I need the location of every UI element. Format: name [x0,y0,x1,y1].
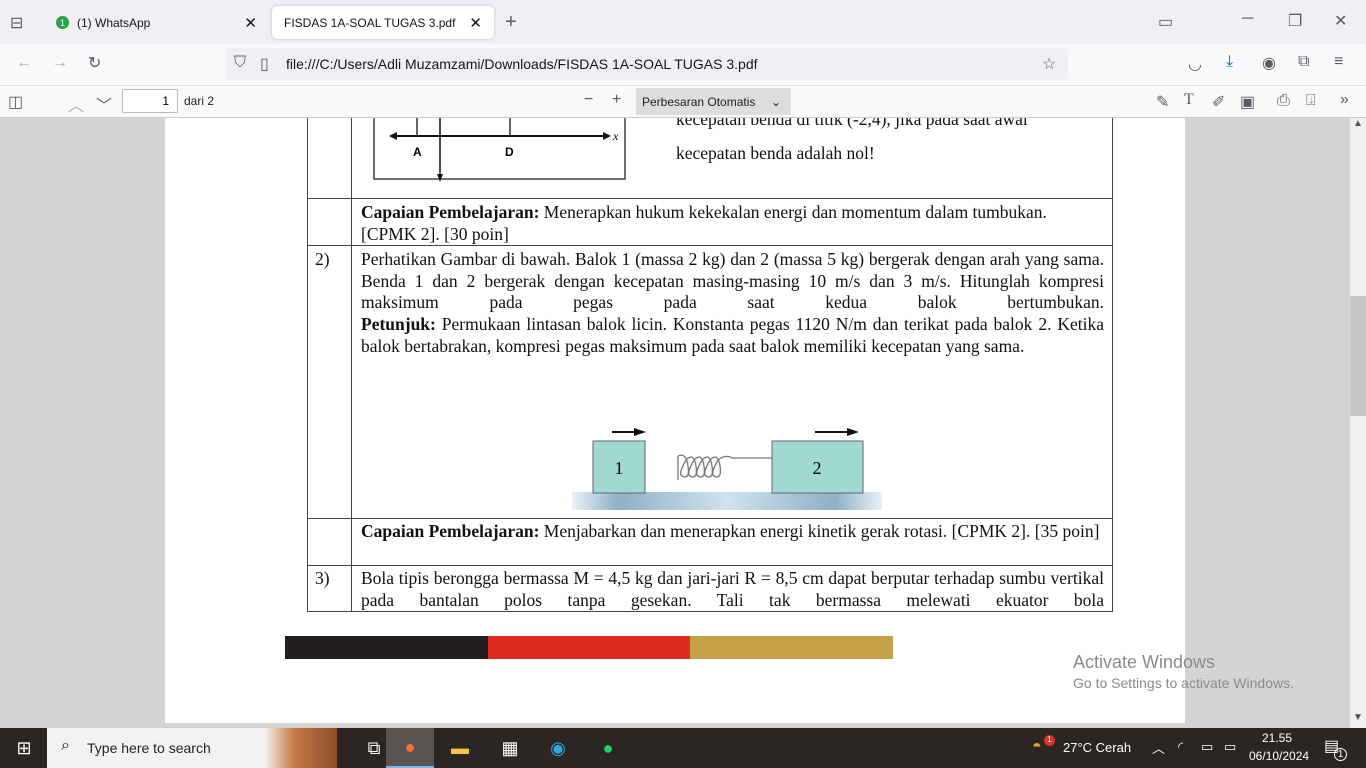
page-number-input[interactable]: 1 [122,89,178,113]
weather-text[interactable]: 27°C Cerah [1063,740,1131,755]
search-icon: ⌕ [61,737,70,754]
clock-date[interactable]: 06/10/2024 [1249,749,1309,763]
restore-icon[interactable]: ❐ [1288,11,1302,31]
extensions-icon[interactable]: ⧉ [1298,53,1309,71]
tab-label: FISDAS 1A-SOAL TUGAS 3.pdf [284,15,456,30]
pdf-viewer: x A D kecepatan benda di titik (-2,4), j… [0,118,1350,728]
tab-view-icon[interactable]: ▭ [1158,12,1173,32]
weather-badge: 1 [1044,735,1055,746]
scroll-down-icon[interactable]: ▼ [1353,712,1363,723]
draw-icon[interactable]: ✐ [1212,92,1225,112]
point-a-label: A [413,145,422,159]
scroll-up-icon[interactable]: ▲ [1353,118,1363,129]
highlight-icon[interactable]: ✎ [1156,92,1169,112]
firefox-icon[interactable]: ● [386,728,434,768]
back-icon[interactable]: ← [16,54,32,72]
watermark-title: Activate Windows [1073,652,1216,672]
zoom-select[interactable]: Perbesaran Otomatis ⌄ [636,88,791,115]
notification-count: 1 [1334,748,1347,761]
question-number: 3) [315,568,330,588]
chevron-down-icon: ⌄ [770,94,781,109]
question-text: kecepatan benda adalah nol! [676,143,875,163]
store-icon[interactable]: ▦ [486,728,534,768]
account-icon[interactable]: ◉ [1262,53,1276,73]
hint-label: Petunjuk: [361,314,436,334]
stripe-black [285,636,488,659]
search-highlight-image [265,728,337,768]
question-text: Bola tipis berongga bermassa M = 4,5 kg … [361,568,1104,610]
spotify-icon[interactable]: ● [584,728,632,768]
address-bar[interactable]: ⛉ ▯ file:///C:/Users/Adli Muzamzami/Down… [226,48,1068,80]
save-icon[interactable]: ⍗ [1306,92,1316,110]
windows-start-icon[interactable]: ⊞ [0,728,48,768]
spring-block-figure: 1 2 [572,428,882,510]
page-count: dari 2 [184,94,215,108]
x-axis-label: x [612,129,619,143]
zoom-in-icon[interactable]: + [612,91,621,109]
file-icon: ▯ [260,56,269,73]
pocket-icon[interactable]: ◡ [1188,54,1202,74]
close-window-icon[interactable]: ✕ [1334,11,1347,31]
sidebar-toggle-icon[interactable]: ◫ [8,92,23,112]
scroll-thumb[interactable] [1350,296,1366,416]
learning-outcome: Capaian Pembelajaran: Menerapkan hukum k… [361,202,1105,245]
close-tab-icon[interactable]: ✕ [244,14,257,32]
outcome-label: Capaian Pembelajaran: [361,202,540,222]
point-d-label: D [505,145,514,159]
download-icon[interactable]: ⤓ [1226,53,1233,71]
taskbar-search-input[interactable]: ⌕ Type here to search [47,728,337,768]
question-text: kecepatan benda di titik (-2,4), jika pa… [676,118,1028,129]
clock-time[interactable]: 21.55 [1262,731,1292,745]
block-2-label: 2 [813,458,822,478]
scrollbar[interactable]: ▲ ▼ [1350,118,1366,728]
search-placeholder: Type here to search [87,740,211,756]
notification-badge: 1 [56,16,69,29]
activate-windows-watermark: Activate Windows Go to Settings to activ… [1073,652,1294,691]
tab-bar: ⊟ 1 (1) WhatsApp ✕ FISDAS 1A-SOAL TUGAS … [0,0,1366,44]
text-tool-icon[interactable]: T [1184,91,1194,109]
tab-list-icon[interactable]: ⊟ [10,13,23,33]
file-explorer-icon[interactable]: ▬ [436,728,484,768]
question-number: 2) [315,249,330,269]
zoom-value: Perbesaran Otomatis [642,94,756,109]
zoom-out-icon[interactable]: − [584,91,593,109]
coordinate-figure: x A D [373,118,626,182]
more-tools-icon[interactable]: » [1340,91,1349,109]
shield-icon[interactable]: ⛉ [234,54,246,72]
reload-icon[interactable]: ↻ [88,53,101,73]
next-page-icon[interactable]: ﹀ [96,92,112,116]
previous-page-icon[interactable]: ︿ [68,92,84,116]
stripe-gold [690,636,894,659]
forward-icon[interactable]: → [52,54,68,72]
edge-icon[interactable]: ◉ [534,728,582,768]
hint-text: Permukaan lintasan balok licin. Konstant… [361,314,1104,356]
tab-pdf[interactable]: FISDAS 1A-SOAL TUGAS 3.pdf ✕ [272,6,494,39]
outcome-label: Capaian Pembelajaran: [361,521,540,541]
question-hint: Petunjuk: Permukaan lintasan balok licin… [361,314,1104,357]
tray-chevron-icon[interactable]: ︿ [1152,738,1165,757]
wifi-icon[interactable]: ◜ [1178,739,1183,755]
stripe-red [487,636,691,659]
watermark-subtitle: Go to Settings to activate Windows. [1073,675,1294,691]
print-icon[interactable]: ⎙ [1277,92,1290,110]
outcome-text: Menjabarkan dan menerapkan energi kineti… [539,521,1100,541]
weather-icon[interactable]: ◓ [1032,738,1042,756]
url-text: file:///C:/Users/Adli Muzamzami/Download… [286,56,758,72]
menu-icon[interactable]: ≡ [1334,53,1343,71]
close-tab-icon[interactable]: ✕ [469,14,482,32]
learning-outcome: Capaian Pembelajaran: Menjabarkan dan me… [361,521,1104,543]
color-stripe [285,636,894,659]
minimize-icon[interactable]: ─ [1242,10,1253,28]
meet-icon[interactable]: ▭ [1201,739,1213,755]
bookmark-star-icon[interactable]: ☆ [1042,54,1056,74]
image-icon[interactable]: ▣ [1240,92,1255,112]
block-1-label: 1 [615,458,624,478]
tab-label: (1) WhatsApp [77,15,151,30]
new-tab-icon[interactable]: + [505,11,517,34]
question-text: Perhatikan Gambar di bawah. Balok 1 (mas… [361,249,1104,312]
tab-whatsapp[interactable]: 1 (1) WhatsApp ✕ [44,6,269,39]
pdf-page: x A D kecepatan benda di titik (-2,4), j… [165,118,1185,723]
battery-icon[interactable]: ▭ [1224,739,1236,755]
